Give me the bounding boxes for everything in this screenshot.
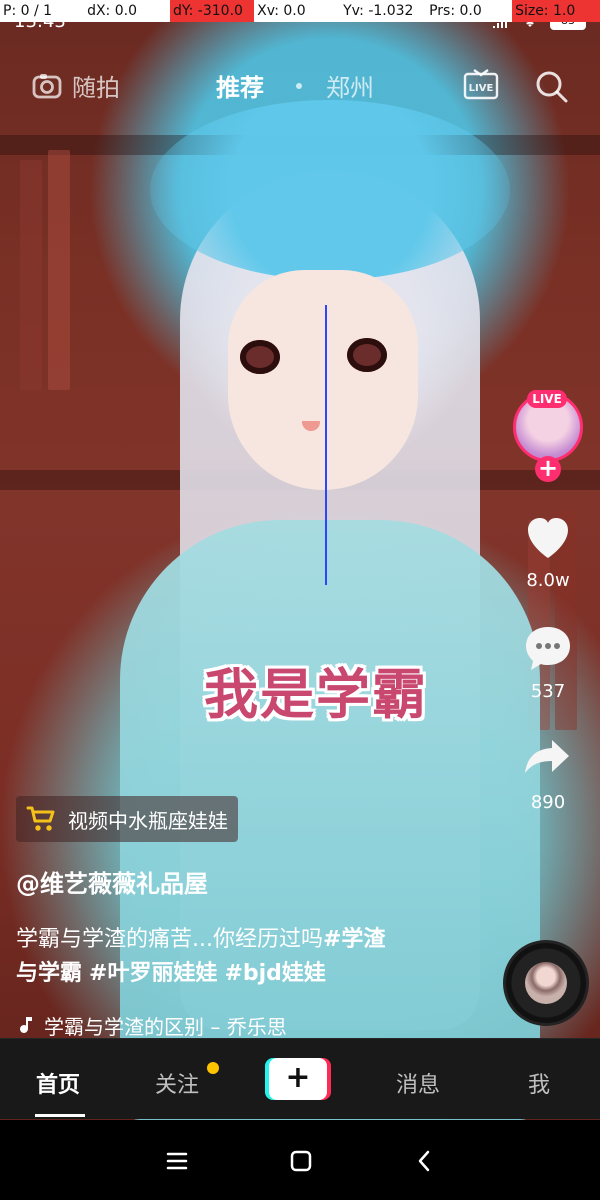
video-overlay-text: 我是学霸 (204, 663, 428, 726)
home-active-indicator (35, 1114, 85, 1117)
comment-count: 537 (530, 681, 566, 702)
shopping-cart-icon (26, 806, 55, 831)
background-book (20, 160, 42, 390)
top-navigation: 随拍 推荐 郑州 LIVE (0, 56, 600, 114)
follow-creator-button[interactable]: + (535, 456, 561, 482)
share-count: 890 (530, 792, 566, 813)
nav-messages[interactable]: 消息 (396, 1067, 440, 1099)
system-navigation (0, 1120, 600, 1200)
debug-prs-value: Prs: 0.0 (426, 0, 513, 22)
debug-size-value: Size: 1.0 (512, 0, 600, 22)
music-info[interactable]: 学霸与学渣的区别 – 乔乐思 (16, 1011, 446, 1040)
debug-xv-value: Xv: 0.0 (254, 0, 341, 22)
share-icon (525, 740, 569, 773)
live-icon[interactable]: LIVE (462, 68, 500, 104)
music-note-icon (20, 1016, 32, 1033)
hashtag-1[interactable]: #学渣 (323, 927, 385, 952)
author-name[interactable]: @维艺薇薇礼品屋 (16, 864, 446, 899)
product-label: 视频中水瓶座娃娃 (68, 808, 228, 833)
doll-right-eye (347, 338, 387, 372)
menu-icon[interactable] (162, 1146, 192, 1176)
home-icon[interactable] (286, 1146, 316, 1176)
create-post-button[interactable]: + (265, 1058, 331, 1100)
hashtag-3[interactable]: #bjd娃娃 (224, 961, 325, 986)
back-icon[interactable] (410, 1146, 440, 1176)
post-info: @维艺薇薇礼品屋 学霸与学渣的痛苦...你经历过吗#学渣 与学霸 #叶罗丽娃娃 … (16, 864, 446, 1040)
comment-action[interactable]: 537 (508, 619, 588, 702)
camera-icon (32, 73, 62, 98)
music-disc-image (525, 962, 567, 1004)
nav-follow[interactable]: 关注 (155, 1067, 199, 1099)
debug-pointer-value: P: 0 / 1 (0, 0, 85, 22)
comment-icon (526, 627, 570, 670)
debug-vertical-line (325, 305, 327, 585)
live-badge: LIVE (527, 390, 567, 408)
svg-text:LIVE: LIVE (469, 83, 494, 94)
debug-overlay: P: 0 / 1 dX: 0.0 dY: -310.0 Xv: 0.0 Yv: … (0, 0, 600, 22)
search-icon[interactable] (533, 68, 571, 106)
share-action[interactable]: 890 (508, 730, 588, 813)
right-action-rail: LIVE + 8.0w 537 890 (508, 390, 588, 813)
nav-me[interactable]: 我 (528, 1067, 550, 1099)
music-disc-button[interactable] (503, 940, 589, 1026)
debug-yv-value: Yv: -1.032 (340, 0, 427, 22)
caption-text-line1: 学霸与学渣的痛苦...你经历过吗 (16, 927, 323, 952)
doll-face (228, 270, 418, 490)
tab-separator (296, 83, 302, 89)
debug-dx-value: dX: 0.0 (84, 0, 171, 22)
like-action[interactable]: 8.0w (508, 508, 588, 591)
product-link[interactable]: 视频中水瓶座娃娃 (16, 796, 238, 842)
create-button-face: + (269, 1058, 327, 1100)
city-tab[interactable]: 郑州 (326, 68, 374, 103)
creator-avatar-button[interactable]: LIVE + (510, 390, 586, 482)
caption-text-line2[interactable]: 与学霸 (16, 961, 82, 986)
music-title: 学霸与学渣的区别 – 乔乐思 (44, 1015, 287, 1039)
hashtag-2[interactable]: #叶罗丽娃娃 (89, 961, 217, 986)
post-caption: 学霸与学渣的痛苦...你经历过吗#学渣 与学霸 #叶罗丽娃娃 #bjd娃娃 (16, 923, 446, 991)
recommend-tab[interactable]: 推荐 (216, 68, 264, 103)
like-count: 8.0w (526, 570, 570, 591)
shoot-label: 随拍 (72, 74, 120, 102)
shoot-tab[interactable]: 随拍 (30, 68, 120, 103)
heart-icon (528, 518, 568, 558)
background-book (48, 150, 70, 390)
follow-notification-dot (207, 1062, 219, 1074)
doll-headpiece (150, 100, 510, 280)
debug-dy-value: dY: -310.0 (170, 0, 255, 22)
nav-home[interactable]: 首页 (36, 1067, 80, 1099)
doll-left-eye (240, 340, 280, 374)
